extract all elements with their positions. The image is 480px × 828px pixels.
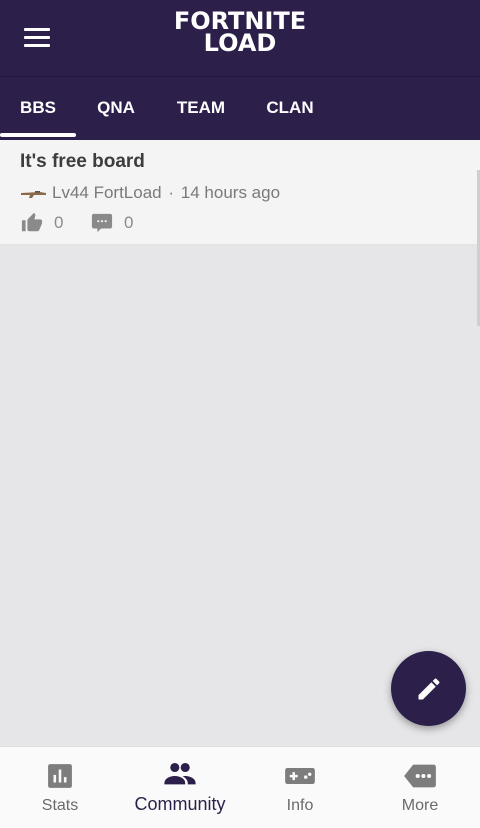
nav-more-label: More bbox=[401, 797, 439, 814]
write-post-button[interactable] bbox=[391, 651, 466, 726]
more-tag-icon bbox=[404, 764, 436, 788]
thumbs-up-icon bbox=[21, 212, 43, 232]
comment-count: 0 bbox=[124, 213, 134, 232]
hamburger-menu-icon[interactable] bbox=[24, 26, 52, 48]
nav-more[interactable]: More bbox=[360, 747, 480, 828]
app-logo: FORTNITE LOAD bbox=[160, 9, 320, 57]
comment-stat: 0 bbox=[90, 212, 133, 234]
nav-info-label: Info bbox=[286, 797, 314, 814]
bottom-navigation: Stats Community Info More bbox=[0, 746, 480, 828]
pencil-icon bbox=[418, 677, 440, 699]
gamepad-icon bbox=[285, 768, 315, 784]
tab-clan[interactable]: CLAN bbox=[250, 77, 330, 139]
meta-separator: · bbox=[168, 183, 175, 202]
nav-info[interactable]: Info bbox=[240, 747, 360, 828]
logo-line-2: LOAD bbox=[203, 29, 277, 57]
rank-weapon-icon bbox=[21, 190, 46, 198]
nav-stats-label: Stats bbox=[41, 797, 79, 814]
post-title: It's free board bbox=[20, 151, 145, 172]
tab-team[interactable]: TEAM bbox=[160, 77, 242, 139]
tab-bar: BBS QNA TEAM CLAN bbox=[0, 76, 480, 141]
people-icon bbox=[164, 762, 196, 785]
nav-stats[interactable]: Stats bbox=[0, 747, 120, 828]
bar-chart-icon bbox=[48, 764, 72, 788]
post-list-item[interactable]: It's free board Lv44 FortLoad · 14 hours… bbox=[0, 140, 480, 245]
tab-bbs[interactable]: BBS bbox=[0, 77, 76, 139]
nav-community-label: Community bbox=[134, 794, 226, 814]
comment-icon bbox=[91, 213, 113, 233]
active-tab-indicator bbox=[0, 133, 76, 137]
post-author: Lv44 FortLoad bbox=[52, 183, 162, 202]
post-time: 14 hours ago bbox=[180, 183, 281, 202]
like-count: 0 bbox=[54, 213, 64, 232]
tab-qna[interactable]: QNA bbox=[78, 77, 154, 139]
post-meta: Lv44 FortLoad · 14 hours ago bbox=[20, 183, 280, 203]
app-header: FORTNITE LOAD bbox=[0, 0, 480, 76]
like-stat: 0 bbox=[20, 212, 63, 234]
nav-community[interactable]: Community bbox=[120, 747, 240, 828]
